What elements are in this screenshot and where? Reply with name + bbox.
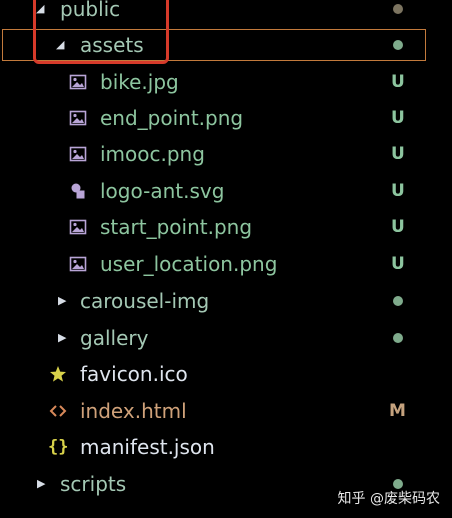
- image-icon: [69, 110, 87, 126]
- untracked-badge: U: [391, 181, 405, 201]
- collapsed-arrow-icon[interactable]: ▶: [58, 283, 66, 319]
- curly-braces-icon: {}: [48, 437, 69, 457]
- file-label: manifest.json: [80, 435, 215, 459]
- file-index-html[interactable]: index.html M: [0, 393, 430, 429]
- image-icon: [69, 74, 87, 90]
- file-label: start_point.png: [100, 215, 253, 239]
- untracked-badge: U: [391, 72, 405, 92]
- folder-gallery[interactable]: ▶ gallery: [0, 320, 430, 356]
- file-bike-jpg[interactable]: bike.jpg U: [0, 64, 430, 100]
- watermark: 知乎 @废柴码农: [337, 491, 440, 507]
- file-start-point-png[interactable]: start_point.png U: [0, 209, 430, 245]
- image-icon: [69, 219, 87, 235]
- file-favicon-ico[interactable]: favicon.ico: [0, 356, 430, 392]
- annotation-box: [33, 0, 169, 64]
- untracked-badge: U: [391, 144, 405, 164]
- code-brackets-icon: [49, 405, 67, 417]
- file-label: logo-ant.svg: [100, 179, 225, 203]
- image-icon: [69, 256, 87, 272]
- file-user-location-png[interactable]: user_location.png U: [0, 246, 430, 282]
- file-explorer-tree: ◢ public ◢ assets bike.jpg U end_point.p…: [0, 0, 452, 518]
- file-end-point-png[interactable]: end_point.png U: [0, 100, 430, 136]
- image-icon: [69, 146, 87, 162]
- file-label: user_location.png: [100, 252, 278, 276]
- file-label: favicon.ico: [80, 362, 188, 386]
- file-label: bike.jpg: [100, 70, 179, 94]
- file-label: imooc.png: [100, 142, 205, 166]
- untracked-badge: U: [391, 108, 405, 128]
- collapsed-arrow-icon[interactable]: ▶: [58, 320, 66, 356]
- star-icon: [50, 366, 66, 382]
- status-dot: [393, 4, 403, 14]
- status-dot: [393, 296, 403, 306]
- file-manifest-json[interactable]: {} manifest.json: [0, 429, 430, 465]
- collapsed-arrow-icon[interactable]: ▶: [37, 466, 45, 502]
- file-label: end_point.png: [100, 106, 244, 130]
- file-label: index.html: [80, 399, 187, 423]
- folder-label: carousel-img: [80, 289, 210, 313]
- folder-carousel-img[interactable]: ▶ carousel-img: [0, 283, 430, 319]
- file-imooc-png[interactable]: imooc.png U: [0, 136, 430, 172]
- svg-shapes-icon: [71, 183, 85, 199]
- modified-badge: M: [389, 401, 406, 421]
- status-dot: [393, 333, 403, 343]
- folder-label: scripts: [60, 472, 127, 496]
- folder-label: gallery: [80, 326, 149, 350]
- untracked-badge: U: [391, 217, 405, 237]
- untracked-badge: U: [391, 254, 405, 274]
- file-logo-ant-svg[interactable]: logo-ant.svg U: [0, 173, 430, 209]
